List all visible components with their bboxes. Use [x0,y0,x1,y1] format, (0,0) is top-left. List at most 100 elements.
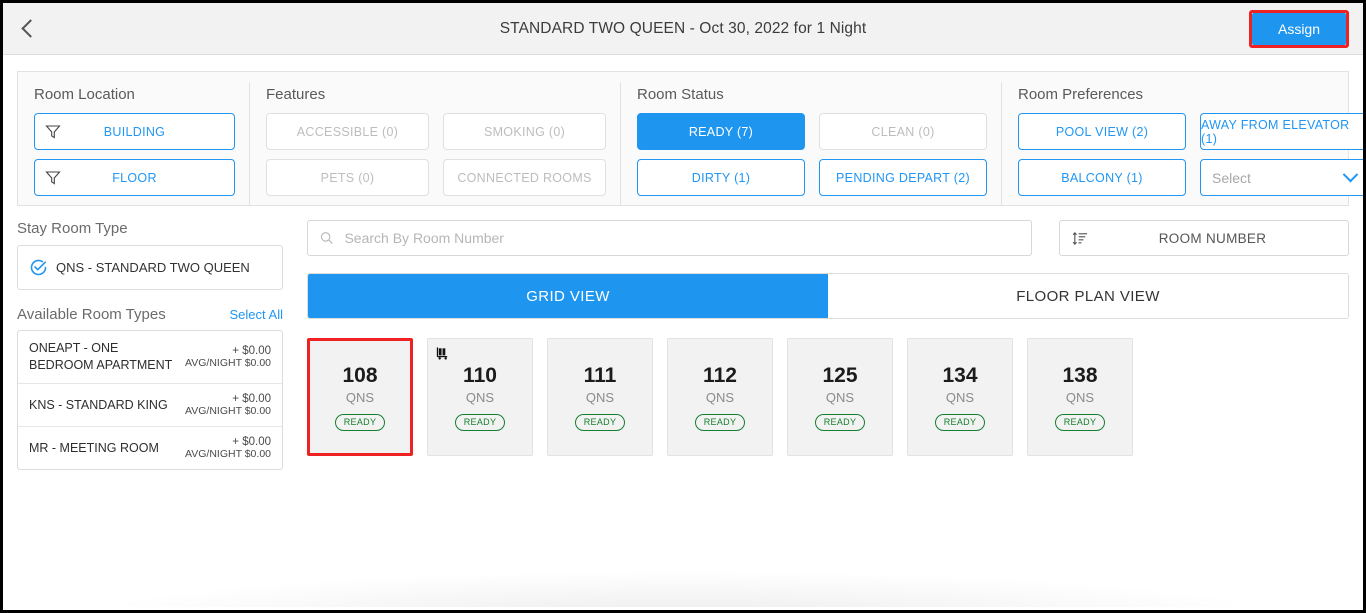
filter-pets-button[interactable]: PETS (0) [266,159,429,196]
room-type-code: QNS [946,390,974,405]
room-status-title: Room Status [637,86,987,103]
room-card-138[interactable]: 138 QNS READY [1027,338,1133,456]
filter-building-button[interactable]: BUILDING [34,113,235,150]
room-card-134[interactable]: 134 QNS READY [907,338,1013,456]
filter-pending-depart-button[interactable]: PENDING DEPART (2) [819,159,987,196]
filter-group-room-status: Room Status READY (7) CLEAN (0) DIRTY (1… [620,82,1001,205]
sort-label: ROOM NUMBER [1089,231,1336,246]
search-box[interactable] [307,220,1032,256]
room-preferences-title: Room Preferences [1018,86,1366,103]
filter-clean-button[interactable]: CLEAN (0) [819,113,987,150]
features-title: Features [266,86,606,103]
filter-pool-view-button[interactable]: POOL VIEW (2) [1018,113,1186,150]
search-input[interactable] [342,229,1019,247]
room-number: 110 [463,364,497,388]
status-badge: READY [1055,414,1106,431]
list-item[interactable]: MR - MEETING ROOM + $0.00 AVG/NIGHT $0.0… [18,427,282,469]
room-type-name: ONEAPT - ONE BEDROOM APARTMENT [29,340,185,374]
stay-room-type-label: Stay Room Type [17,220,283,237]
filter-funnel-icon [45,170,61,186]
sort-control[interactable]: ROOM NUMBER [1059,220,1349,256]
list-item[interactable]: KNS - STANDARD KING + $0.00 AVG/NIGHT $0… [18,384,282,427]
filter-group-room-location: Room Location BUILDING FLOOR [18,82,249,205]
room-number: 138 [1062,364,1097,388]
chevron-down-icon [1343,167,1359,183]
room-number: 112 [703,364,737,388]
room-type-code: QNS [586,390,614,405]
status-badge: READY [815,414,866,431]
room-card-111[interactable]: 111 QNS READY [547,338,653,456]
filter-group-room-preferences: Room Preferences POOL VIEW (2) AWAY FROM… [1001,82,1366,205]
room-type-avg-night: AVG/NIGHT $0.00 [185,357,271,369]
room-type-code: QNS [1066,390,1094,405]
filter-group-features: Features ACCESSIBLE (0) SMOKING (0) PETS… [249,82,620,205]
tab-floor-plan-view[interactable]: FLOOR PLAN VIEW [828,274,1348,318]
room-card-108[interactable]: 108 QNS READY [307,338,413,456]
available-room-types-list: ONEAPT - ONE BEDROOM APARTMENT + $0.00 A… [17,330,283,470]
room-card-125[interactable]: 125 QNS READY [787,338,893,456]
room-type-price: + $0.00 AVG/NIGHT $0.00 [185,393,271,417]
room-type-avg-night: AVG/NIGHT $0.00 [185,448,271,460]
room-preferences-select-placeholder: Select [1212,170,1251,186]
page-title: STANDARD TWO QUEEN - Oct 30, 2022 for 1 … [3,20,1363,38]
filter-dirty-button[interactable]: DIRTY (1) [637,159,805,196]
chevron-left-icon [21,19,39,37]
status-badge: READY [695,414,746,431]
room-type-price-delta: + $0.00 [185,393,271,405]
back-button[interactable] [3,3,53,54]
room-number: 125 [822,364,857,388]
room-type-name: KNS - STANDARD KING [29,397,168,414]
filter-ready-button[interactable]: READY (7) [637,113,805,150]
stay-room-type-item[interactable]: QNS - STANDARD TWO QUEEN [17,245,283,290]
available-room-types-header: Available Room Types Select All [17,306,283,323]
filter-away-from-elevator-button[interactable]: AWAY FROM ELEVATOR (1) [1200,113,1366,150]
room-assignment-screen: STANDARD TWO QUEEN - Oct 30, 2022 for 1 … [0,0,1366,613]
room-type-price-delta: + $0.00 [185,436,271,448]
view-tabs: GRID VIEW FLOOR PLAN VIEW [307,273,1349,319]
room-type-avg-night: AVG/NIGHT $0.00 [185,405,271,417]
filter-balcony-button[interactable]: BALCONY (1) [1018,159,1186,196]
select-all-link[interactable]: Select All [230,307,283,322]
luggage-cart-icon [435,346,450,361]
room-type-code: QNS [706,390,734,405]
filter-floor-button[interactable]: FLOOR [34,159,235,196]
status-badge: READY [575,414,626,431]
status-badge: READY [335,414,386,431]
sidebar: Stay Room Type QNS - STANDARD TWO QUEEN … [17,220,283,470]
room-location-title: Room Location [34,86,235,103]
available-room-types-label: Available Room Types [17,306,166,323]
body-area: Stay Room Type QNS - STANDARD TWO QUEEN … [3,206,1363,470]
search-row: ROOM NUMBER [307,220,1349,256]
assign-button-highlight: Assign [1249,10,1349,48]
status-badge: READY [935,414,986,431]
status-badge: READY [455,414,506,431]
room-preferences-select[interactable]: Select [1200,159,1366,196]
room-card-112[interactable]: 112 QNS READY [667,338,773,456]
room-type-price: + $0.00 AVG/NIGHT $0.00 [185,436,271,460]
room-type-code: QNS [826,390,854,405]
filter-floor-label: FLOOR [112,171,157,185]
room-grid: 108 QNS READY 110 QNS READY [307,338,1349,456]
search-icon [320,231,333,245]
page-header: STANDARD TWO QUEEN - Oct 30, 2022 for 1 … [3,3,1363,55]
bottom-shadow [3,565,1363,607]
filter-smoking-button[interactable]: SMOKING (0) [443,113,606,150]
room-type-code: QNS [466,390,494,405]
room-number: 108 [342,364,377,388]
room-card-110[interactable]: 110 QNS READY [427,338,533,456]
assign-button[interactable]: Assign [1252,13,1346,45]
room-number: 111 [584,364,617,388]
list-item[interactable]: ONEAPT - ONE BEDROOM APARTMENT + $0.00 A… [18,331,282,384]
filter-accessible-button[interactable]: ACCESSIBLE (0) [266,113,429,150]
room-number: 134 [942,364,977,388]
filter-panel: Room Location BUILDING FLOOR Features [17,71,1349,206]
room-type-name: MR - MEETING ROOM [29,440,159,457]
filter-funnel-icon [45,124,61,140]
room-type-price-delta: + $0.00 [185,345,271,357]
check-circle-icon [30,259,47,276]
sort-ascending-icon [1072,230,1089,247]
room-type-code: QNS [346,390,374,405]
tab-grid-view[interactable]: GRID VIEW [308,274,828,318]
filter-building-label: BUILDING [104,125,165,139]
filter-connected-rooms-button[interactable]: CONNECTED ROOMS [443,159,606,196]
